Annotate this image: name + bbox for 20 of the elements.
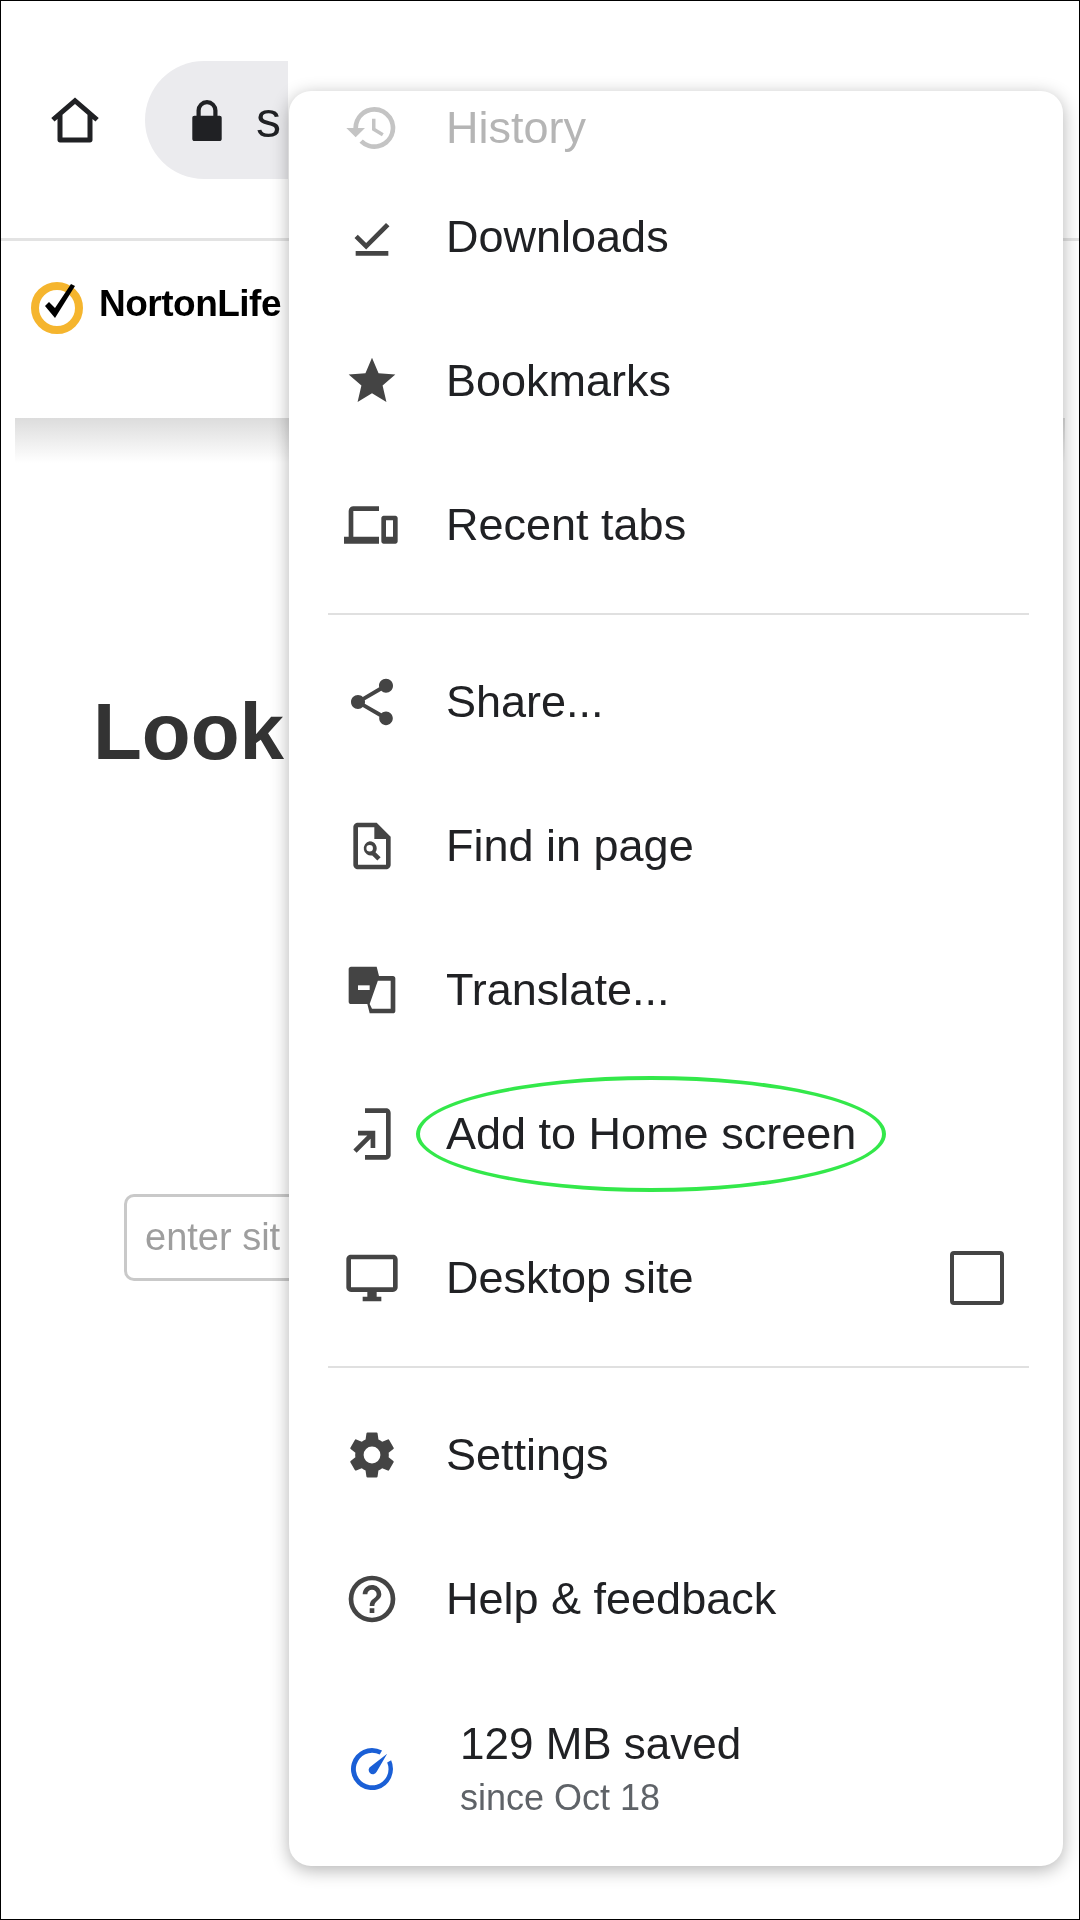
address-bar[interactable]: s bbox=[145, 60, 288, 179]
menu-item[interactable]: Add to Home screen bbox=[289, 1062, 1063, 1206]
menu-item[interactable]: Settings bbox=[289, 1383, 1063, 1527]
lock-icon bbox=[190, 98, 224, 141]
menu-item[interactable]: Help & feedback bbox=[289, 1527, 1063, 1671]
menu-item[interactable]: Find in page bbox=[289, 774, 1063, 918]
checkbox[interactable] bbox=[950, 1251, 1004, 1305]
menu-item[interactable]: 129 MB saved since Oct 18 bbox=[289, 1671, 1063, 1866]
menu-item[interactable]: Recent tabs bbox=[289, 453, 1063, 597]
logo-text: NortonLife bbox=[99, 282, 282, 325]
menu-item[interactable]: Bookmarks bbox=[289, 309, 1063, 453]
data-saved-since: since Oct 18 bbox=[460, 1776, 662, 1819]
site-input[interactable]: enter sit bbox=[124, 1194, 290, 1281]
page-heading: Look bbox=[93, 686, 285, 778]
menu-item[interactable]: Translate... bbox=[289, 918, 1063, 1062]
data-saved-text: 129 MB saved bbox=[460, 1718, 742, 1769]
menu-item[interactable]: Desktop site bbox=[289, 1206, 1063, 1350]
menu-item[interactable]: Share... bbox=[289, 630, 1063, 774]
menu-item[interactable]: Downloads bbox=[289, 165, 1063, 309]
url-text: s bbox=[256, 90, 281, 149]
